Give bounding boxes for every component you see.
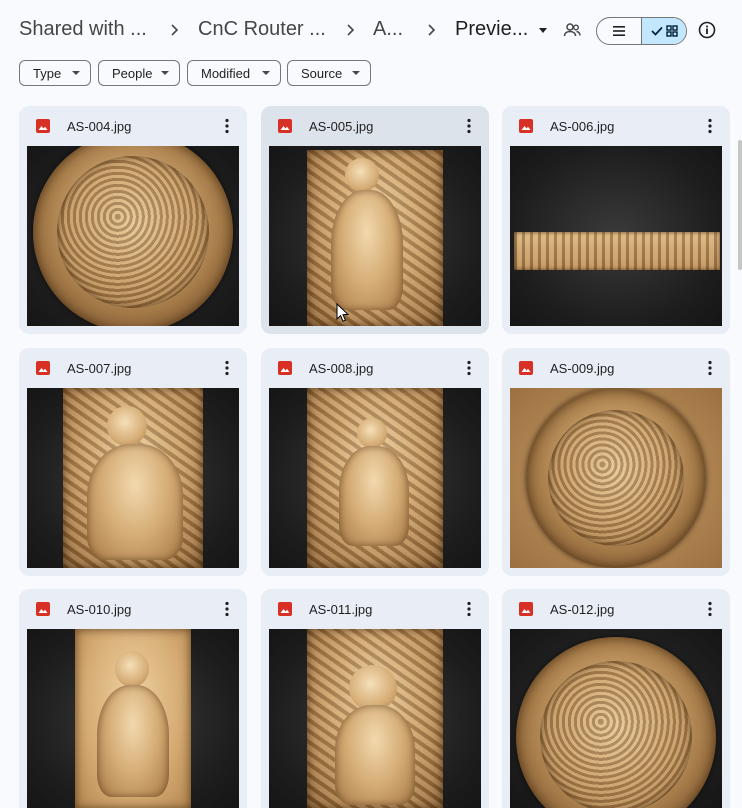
file-thumbnail	[269, 146, 481, 326]
file-name: AS-005.jpg	[309, 119, 374, 134]
carving-figure	[97, 685, 169, 797]
file-name: AS-012.jpg	[550, 602, 615, 617]
info-icon[interactable]	[697, 20, 717, 40]
grid-icon	[666, 25, 678, 37]
image-file-icon	[277, 118, 293, 134]
more-vert-icon[interactable]	[219, 117, 235, 135]
file-name: AS-010.jpg	[67, 602, 132, 617]
filter-chip-label: Modified	[201, 65, 251, 81]
image-file-icon	[277, 360, 293, 376]
filter-chip-label: People	[112, 65, 153, 81]
file-thumbnail	[510, 146, 722, 326]
list-icon	[613, 26, 625, 36]
carving-head	[115, 651, 149, 687]
file-name: AS-009.jpg	[550, 361, 615, 376]
check-icon	[651, 26, 663, 36]
chevron-right-icon	[423, 22, 439, 38]
file-card-as-006[interactable]: AS-006.jpg	[502, 106, 730, 334]
caret-down-icon[interactable]	[535, 22, 551, 38]
image-file-icon	[518, 118, 534, 134]
caret-down-icon	[72, 71, 80, 75]
more-vert-icon[interactable]	[461, 600, 477, 618]
file-thumbnail	[269, 388, 481, 568]
carving-round	[516, 637, 716, 808]
image-file-icon	[277, 601, 293, 617]
carving-figure	[331, 190, 403, 310]
caret-down-icon	[352, 71, 360, 75]
file-thumbnail	[27, 388, 239, 568]
file-name: AS-008.jpg	[309, 361, 374, 376]
file-thumbnail	[27, 146, 239, 326]
view-toggle	[596, 17, 687, 45]
filter-chip-modified[interactable]: Modified	[187, 60, 281, 86]
image-file-icon	[35, 360, 51, 376]
breadcrumb-item-shared[interactable]: Shared with ...	[19, 18, 147, 41]
filter-chip-type[interactable]: Type	[19, 60, 91, 86]
filter-chip-source[interactable]: Source	[287, 60, 371, 86]
more-vert-icon[interactable]	[702, 117, 718, 135]
more-vert-icon[interactable]	[461, 117, 477, 135]
file-card-as-008[interactable]: AS-008.jpg	[261, 348, 489, 576]
caret-down-icon	[161, 71, 169, 75]
breadcrumb-item-current[interactable]: Previe...	[455, 18, 528, 41]
more-vert-icon[interactable]	[461, 359, 477, 377]
file-name: AS-011.jpg	[309, 602, 373, 617]
scrollbar-thumb[interactable]	[738, 140, 742, 270]
file-name: AS-007.jpg	[67, 361, 132, 376]
breadcrumb-item-a[interactable]: A...	[373, 18, 403, 41]
carving-head	[345, 158, 379, 192]
carving-head	[357, 418, 387, 448]
carving-round	[526, 388, 706, 568]
image-file-icon	[35, 601, 51, 617]
file-name: AS-004.jpg	[67, 119, 132, 134]
carving-strip	[514, 232, 720, 270]
file-thumbnail	[510, 629, 722, 808]
carving-round	[33, 146, 233, 326]
file-name: AS-006.jpg	[550, 119, 615, 134]
file-card-as-011[interactable]: AS-011.jpg	[261, 589, 489, 808]
file-card-as-007[interactable]: AS-007.jpg	[19, 348, 247, 576]
more-vert-icon[interactable]	[219, 359, 235, 377]
filter-chip-label: Source	[301, 65, 343, 81]
file-card-as-012[interactable]: AS-012.jpg	[502, 589, 730, 808]
chevron-right-icon	[342, 22, 358, 38]
carving-figure	[335, 705, 415, 805]
file-card-as-009[interactable]: AS-009.jpg	[502, 348, 730, 576]
chevron-right-icon	[166, 22, 182, 38]
file-card-as-010[interactable]: AS-010.jpg	[19, 589, 247, 808]
carving-figure	[87, 444, 183, 560]
filter-chip-people[interactable]: People	[98, 60, 180, 86]
file-thumbnail	[27, 629, 239, 808]
image-file-icon	[518, 601, 534, 617]
people-icon[interactable]	[561, 19, 583, 41]
carving-head	[107, 406, 147, 446]
grid-view-button[interactable]	[642, 18, 686, 44]
more-vert-icon[interactable]	[702, 359, 718, 377]
file-card-as-004[interactable]: AS-004.jpg	[19, 106, 247, 334]
list-view-button[interactable]	[597, 18, 642, 44]
more-vert-icon[interactable]	[702, 600, 718, 618]
breadcrumb-item-cnc-router[interactable]: CnC Router ...	[198, 18, 326, 41]
carving-figure	[339, 446, 409, 546]
image-file-icon	[35, 118, 51, 134]
header: Shared with ... CnC Router ... A... Prev…	[0, 0, 742, 60]
file-thumbnail	[510, 388, 722, 568]
more-vert-icon[interactable]	[219, 600, 235, 618]
image-file-icon	[518, 360, 534, 376]
file-thumbnail	[269, 629, 481, 808]
caret-down-icon	[262, 71, 270, 75]
filter-chip-label: Type	[33, 65, 62, 81]
file-card-as-005[interactable]: AS-005.jpg	[261, 106, 489, 334]
